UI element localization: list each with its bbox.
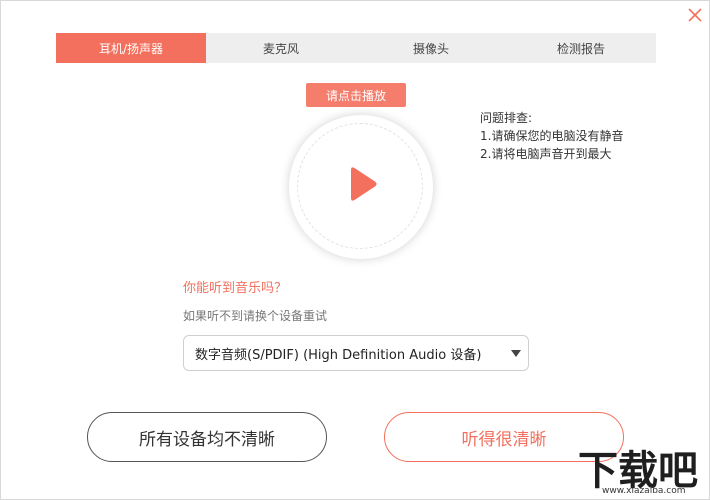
play-icon bbox=[351, 167, 377, 201]
hear-music-question: 你能听到音乐吗？ bbox=[183, 281, 288, 296]
play-tip-label: 请点击播放 bbox=[306, 83, 406, 107]
audio-device-value: 数字音频(S/PDIF) (High Definition Audio 设备) bbox=[195, 347, 482, 363]
all-unclear-button[interactable]: 所有设备均不清晰 bbox=[87, 412, 327, 462]
retry-hint: 如果听不到请换个设备重试 bbox=[183, 309, 328, 323]
device-tabs: 耳机/扬声器 麦克风 摄像头 检测报告 bbox=[56, 33, 656, 63]
play-button[interactable] bbox=[289, 115, 433, 259]
troubleshoot-title: 问题排查: bbox=[480, 111, 533, 125]
tab-headphones[interactable]: 耳机/扬声器 bbox=[56, 33, 206, 63]
troubleshoot-panel: 问题排查: 1.请确保您的电脑没有静音 2.请将电脑声音开到最大 bbox=[480, 109, 623, 163]
watermark-url: www.xiazaiba.com bbox=[602, 486, 686, 496]
audio-device-select[interactable]: 数字音频(S/PDIF) (High Definition Audio 设备) bbox=[183, 335, 529, 371]
troubleshoot-item: 2.请将电脑声音开到最大 bbox=[480, 147, 612, 161]
watermark-logo: 下载吧 www.xiazaiba.com bbox=[572, 440, 708, 500]
tab-camera[interactable]: 摄像头 bbox=[356, 33, 506, 63]
troubleshoot-item: 1.请确保您的电脑没有静音 bbox=[480, 129, 624, 143]
tab-report[interactable]: 检测报告 bbox=[506, 33, 656, 63]
close-icon[interactable] bbox=[686, 6, 704, 24]
tab-microphone[interactable]: 麦克风 bbox=[206, 33, 356, 63]
dropdown-arrow-icon bbox=[511, 350, 521, 357]
